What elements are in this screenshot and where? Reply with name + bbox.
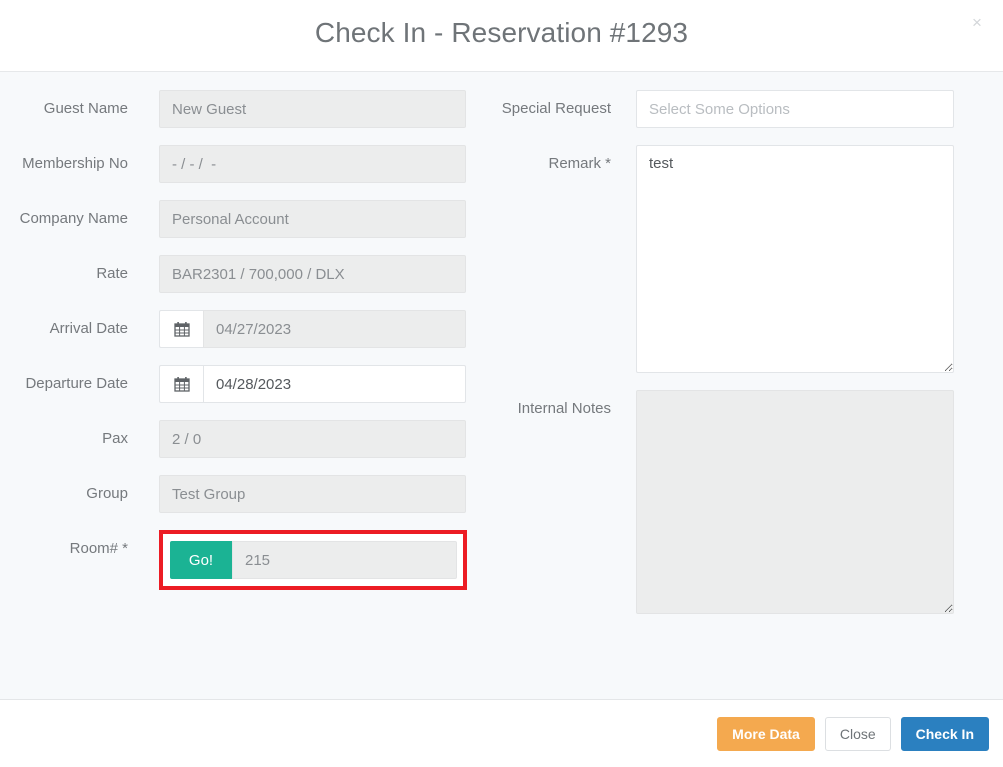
field-row-arrival-date: Arrival Date	[0, 310, 501, 348]
label-guest-name: Guest Name	[43, 100, 128, 117]
label-room-number: Room# *	[69, 540, 128, 557]
close-icon[interactable]: ×	[965, 11, 989, 35]
field-row-departure-date: Departure Date	[0, 365, 501, 403]
modal-footer: More Data Close Check In	[0, 700, 1003, 767]
label-pax: Pax	[102, 430, 128, 447]
field-row-special-request: Special Request	[501, 90, 1002, 128]
membership-no-input[interactable]	[159, 145, 466, 183]
modal-body: Guest Name Membership No Company Name	[0, 72, 1003, 700]
left-form-column: Guest Name Membership No Company Name	[0, 90, 501, 631]
label-special-request: Special Request	[501, 100, 611, 117]
field-row-group: Group	[0, 475, 501, 513]
arrival-date-input-group	[159, 310, 466, 348]
field-row-company-name: Company Name	[0, 200, 501, 238]
departure-date-input-group	[159, 365, 466, 403]
internal-notes-textarea[interactable]	[636, 390, 954, 614]
field-row-rate: Rate	[0, 255, 501, 293]
check-in-modal: Check In - Reservation #1293 × Guest Nam…	[0, 0, 1003, 767]
label-arrival-date: Arrival Date	[49, 320, 128, 337]
field-row-guest-name: Guest Name	[0, 90, 501, 128]
field-row-remark: Remark *	[501, 145, 1002, 373]
close-button[interactable]: Close	[824, 716, 891, 751]
special-request-select[interactable]	[636, 90, 954, 128]
departure-date-input[interactable]	[203, 365, 466, 403]
room-number-input[interactable]	[232, 541, 457, 579]
modal-header: Check In - Reservation #1293 ×	[0, 0, 1003, 72]
label-membership-no: Membership No	[22, 155, 128, 172]
check-in-button[interactable]: Check In	[900, 716, 989, 751]
go-button[interactable]: Go!	[170, 541, 232, 579]
room-number-input-group: Go!	[170, 541, 457, 579]
field-row-membership-no: Membership No	[0, 145, 501, 183]
calendar-icon[interactable]	[159, 365, 203, 403]
right-form-column: Special Request Remark * Internal Notes	[501, 90, 1002, 631]
label-remark: Remark *	[548, 155, 611, 172]
remark-textarea[interactable]	[636, 145, 954, 373]
company-name-input[interactable]	[159, 200, 466, 238]
label-group: Group	[86, 485, 128, 502]
label-rate: Rate	[96, 265, 128, 282]
room-number-highlight-annotation: Go!	[159, 530, 467, 590]
rate-input[interactable]	[159, 255, 466, 293]
page-title: Check In - Reservation #1293	[314, 17, 689, 48]
guest-name-input[interactable]	[159, 90, 466, 128]
field-row-pax: Pax	[0, 420, 501, 458]
label-internal-notes: Internal Notes	[517, 400, 611, 417]
arrival-date-input[interactable]	[203, 310, 466, 348]
label-departure-date: Departure Date	[25, 375, 128, 392]
pax-input[interactable]	[159, 420, 466, 458]
more-data-button[interactable]: More Data	[717, 716, 815, 751]
field-row-room-number: Room# * Go!	[0, 530, 501, 590]
field-row-internal-notes: Internal Notes	[501, 390, 1002, 614]
label-company-name: Company Name	[19, 210, 128, 227]
group-input[interactable]	[159, 475, 466, 513]
calendar-icon[interactable]	[159, 310, 203, 348]
